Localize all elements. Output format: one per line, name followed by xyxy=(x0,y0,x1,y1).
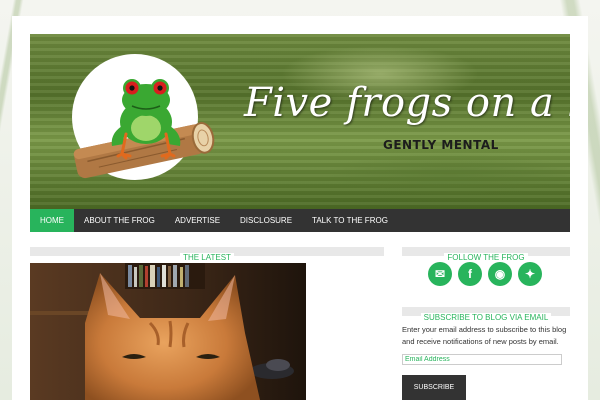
header-banner[interactable]: Five frogs on a blog GENTLY MENTAL xyxy=(30,34,570,209)
nav-item-home[interactable]: HOME xyxy=(30,209,74,232)
cat-photo xyxy=(30,263,306,400)
nav-item-about-the-frog[interactable]: ABOUT THE FROG xyxy=(74,209,165,232)
subscribe-button[interactable]: SUBSCRIBE xyxy=(402,375,466,400)
frog-on-log-icon[interactable] xyxy=(66,64,216,184)
subscribe-section-title: SUBSCRIBE TO BLOG VIA EMAIL xyxy=(420,313,552,322)
follow-section-title: FOLLOW THE FROG xyxy=(444,253,528,262)
rss-icon[interactable]: ◉ xyxy=(488,262,512,286)
latest-section-heading: THE LATEST xyxy=(30,247,384,262)
site-container: Five frogs on a blog GENTLY MENTAL HOME … xyxy=(12,16,588,400)
latest-section-title: THE LATEST xyxy=(180,253,234,262)
subscribe-description: Enter your email address to subscribe to… xyxy=(402,325,567,346)
main-navigation: HOME ABOUT THE FROG ADVERTISE DISCLOSURE… xyxy=(30,209,570,232)
featured-post-image[interactable] xyxy=(30,263,306,400)
follow-section-heading: FOLLOW THE FROG xyxy=(402,247,570,262)
twitter-icon[interactable]: ✦ xyxy=(518,262,542,286)
site-tagline: GENTLY MENTAL xyxy=(383,138,499,152)
nav-item-talk-to-the-frog[interactable]: TALK TO THE FROG xyxy=(302,209,398,232)
subscribe-section-heading: SUBSCRIBE TO BLOG VIA EMAIL xyxy=(402,307,570,322)
facebook-icon[interactable]: f xyxy=(458,262,482,286)
nav-item-disclosure[interactable]: DISCLOSURE xyxy=(230,209,302,232)
nav-item-advertise[interactable]: ADVERTISE xyxy=(165,209,230,232)
site-title[interactable]: Five frogs on a blog xyxy=(244,80,570,126)
email-icon[interactable]: ✉ xyxy=(428,262,452,286)
social-links: ✉ f ◉ ✦ xyxy=(428,262,542,286)
email-field[interactable] xyxy=(402,354,562,365)
